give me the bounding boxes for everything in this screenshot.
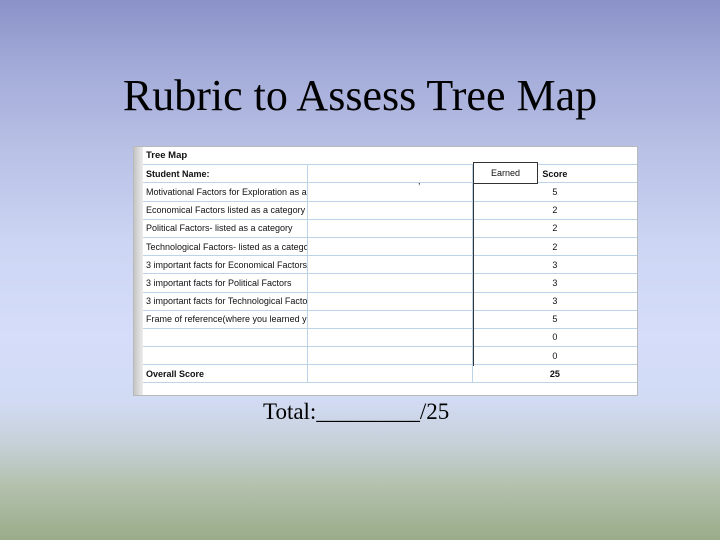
earned-cell xyxy=(307,292,473,311)
earned-cell xyxy=(307,255,473,275)
rubric-grid: Tree Map Student Name: Score Motivationa… xyxy=(143,147,637,384)
criterion-cell xyxy=(143,346,309,366)
student-name-label: Student Name: xyxy=(143,164,309,184)
overall-earned-cell xyxy=(307,364,473,384)
criterion-cell: 3 important facts for Technological Fact… xyxy=(143,292,309,311)
criterion-cell: Technological Factors- listed as a categ… xyxy=(143,237,309,257)
overall-row: Overall Score 25 xyxy=(143,364,637,384)
earned-cell xyxy=(307,328,473,348)
earned-cell xyxy=(307,182,473,202)
overall-label: Overall Score xyxy=(143,364,309,384)
table-row: 0 xyxy=(143,328,637,348)
name-mark: , xyxy=(418,176,421,186)
table-edge-shadow xyxy=(134,147,143,395)
earned-cell xyxy=(307,346,473,366)
score-cell: 5 xyxy=(472,182,637,202)
criterion-cell: Economical Factors listed as a category xyxy=(143,201,309,220)
earned-cell xyxy=(307,273,473,293)
earned-cell xyxy=(307,310,473,329)
table-row: Technological Factors- listed as a categ… xyxy=(143,237,637,257)
table-row: 0 xyxy=(143,346,637,366)
table-row: Political Factors- listed as a category … xyxy=(143,219,637,238)
score-cell: 2 xyxy=(472,237,637,257)
header-row: Student Name: Score xyxy=(143,164,637,184)
table-row: Economical Factors listed as a category … xyxy=(143,201,637,220)
score-cell: 0 xyxy=(472,346,637,366)
overall-score: 25 xyxy=(472,364,637,384)
earned-header-cell xyxy=(307,164,473,184)
criterion-cell: 3 important facts for Economical Factors xyxy=(143,255,309,275)
score-cell: 2 xyxy=(472,201,637,220)
table-title-row: Tree Map xyxy=(143,147,637,166)
rubric-table: Tree Map Student Name: Score Motivationa… xyxy=(133,146,638,396)
earned-column-line xyxy=(473,184,474,366)
table-row: 3 important facts for Political Factors … xyxy=(143,273,637,293)
earned-header: Earned xyxy=(473,162,538,184)
criterion-cell xyxy=(143,328,309,348)
score-cell: 0 xyxy=(472,328,637,348)
criterion-cell: Political Factors- listed as a category xyxy=(143,219,309,238)
table-row: 3 important facts for Technological Fact… xyxy=(143,292,637,311)
score-cell: 3 xyxy=(472,255,637,275)
earned-cell xyxy=(307,219,473,238)
score-cell: 5 xyxy=(472,310,637,329)
score-cell: 3 xyxy=(472,273,637,293)
table-row: Motivational Factors for Exploration as … xyxy=(143,182,637,202)
criterion-cell: 3 important facts for Political Factors xyxy=(143,273,309,293)
table-row: Frame of reference(where you learned you… xyxy=(143,310,637,329)
slide-title: Rubric to Assess Tree Map xyxy=(122,71,598,120)
criterion-cell: Motivational Factors for Exploration as … xyxy=(143,182,309,202)
score-cell: 3 xyxy=(472,292,637,311)
earned-cell xyxy=(307,201,473,220)
table-row: 3 important facts for Economical Factors… xyxy=(143,255,637,275)
criterion-cell: Frame of reference(where you learned you… xyxy=(143,310,309,329)
total-score-line: Total:_________/25 xyxy=(263,399,450,424)
table-title: Tree Map xyxy=(143,147,637,166)
earned-cell xyxy=(307,237,473,257)
score-cell: 2 xyxy=(472,219,637,238)
